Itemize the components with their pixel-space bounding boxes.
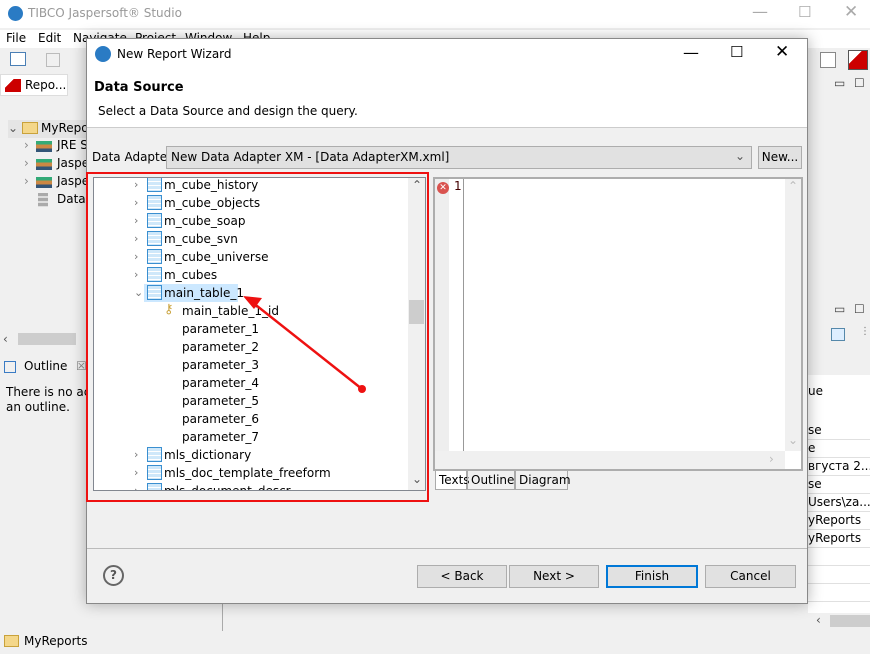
annotation-arrow: [243, 296, 366, 393]
